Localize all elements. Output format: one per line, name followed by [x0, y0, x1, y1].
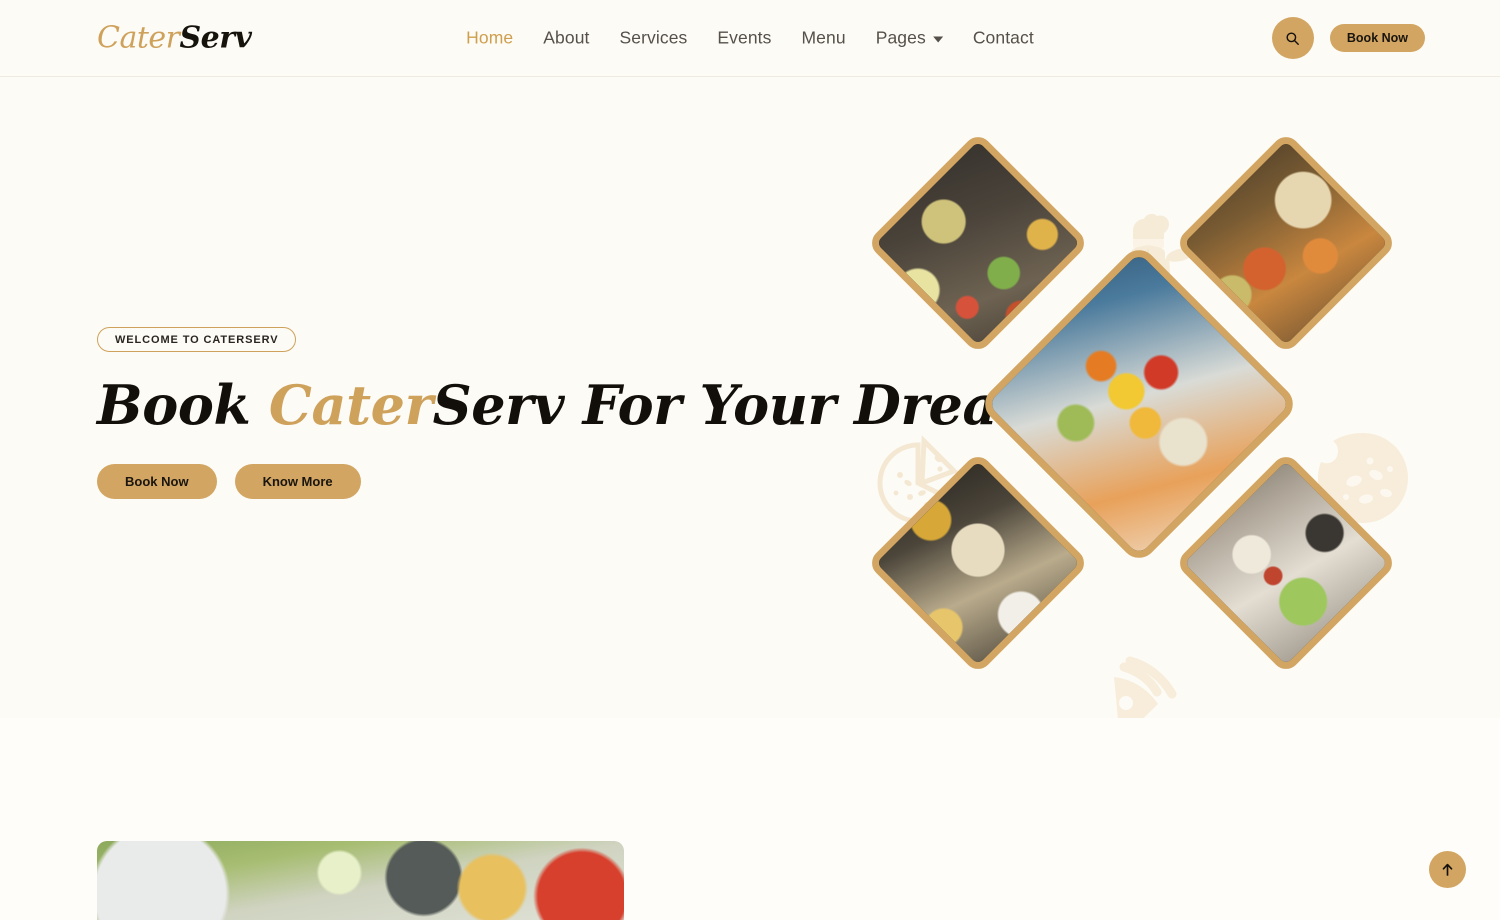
outdoor-garden-dining-image — [97, 841, 624, 920]
search-icon — [1286, 31, 1300, 45]
search-button[interactable] — [1271, 17, 1314, 59]
nav-label-menu: Menu — [801, 27, 846, 48]
hero-badge: WELCOME TO CATERSERV — [97, 327, 297, 352]
logo-text-cater: Cater — [97, 20, 180, 56]
hero-image-collage — [855, 112, 1425, 692]
nav-item-about[interactable]: About — [543, 28, 589, 49]
nav-label-events: Events — [717, 27, 772, 48]
hero-title-part-1: Book — [97, 373, 269, 437]
nav-label-contact: Contact — [972, 27, 1034, 48]
site-logo[interactable]: CaterServ — [97, 21, 252, 56]
chevron-down-icon — [932, 36, 943, 43]
nav-item-events[interactable]: Events — [717, 28, 771, 49]
hero-book-now-button[interactable]: Book Now — [97, 464, 217, 500]
nav-item-services[interactable]: Services — [619, 28, 687, 49]
nav-label-pages: Pages — [875, 27, 926, 48]
arrow-up-icon — [1442, 863, 1453, 876]
hero-content: WELCOME TO CATERSERV Book CaterServ For … — [97, 327, 1242, 500]
hero-know-more-button[interactable]: Know More — [234, 464, 361, 500]
logo-text-serv: Serv — [179, 20, 253, 56]
hero-section: WELCOME TO CATERSERV Book CaterServ For … — [0, 77, 1500, 718]
nav-item-home[interactable]: Home — [466, 28, 513, 49]
site-header: CaterServ Home About Services Events Men… — [0, 0, 1500, 77]
hero-button-group: Book Now Know More — [97, 464, 857, 500]
back-to-top-button[interactable] — [1429, 851, 1466, 888]
collage-image-buffet-salad-platters[interactable] — [866, 131, 1090, 355]
nav-label-services: Services — [619, 27, 688, 48]
collage-image-chafing-dish-spread[interactable] — [866, 451, 1090, 675]
header-actions: Book Now — [1271, 17, 1425, 59]
nav-label-home: Home — [466, 27, 514, 48]
header-book-now-button[interactable]: Book Now — [1329, 24, 1425, 52]
nav-label-about: About — [543, 27, 590, 48]
next-section — [0, 718, 1500, 920]
hero-title-highlight: Cater — [268, 373, 433, 437]
nav-item-pages[interactable]: Pages — [876, 28, 943, 49]
hero-title: Book CaterServ For Your Dream Event — [97, 373, 1242, 437]
nav-item-contact[interactable]: Contact — [973, 28, 1034, 49]
nav-item-menu[interactable]: Menu — [802, 28, 846, 49]
main-navigation: Home About Services Events Menu Pages Co… — [466, 28, 1034, 49]
